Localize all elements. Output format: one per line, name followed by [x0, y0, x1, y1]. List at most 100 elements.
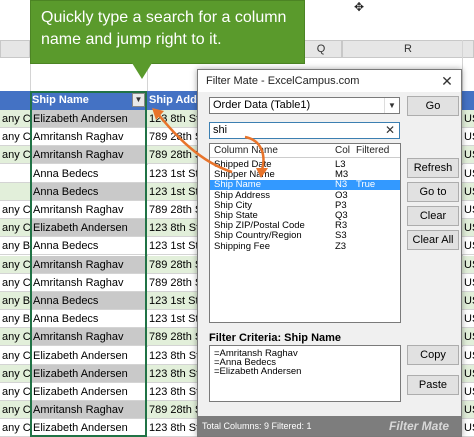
- table-select-value: Order Data (Table1): [213, 99, 311, 111]
- right-edge-cell[interactable]: US: [462, 237, 474, 255]
- ship-address-cell[interactable]: 789 28th St: [147, 146, 197, 164]
- status-text: Total Columns: 9 Filtered: 1: [202, 421, 312, 431]
- column-list-item[interactable]: Ship Country/Region S3: [210, 231, 400, 241]
- company-cell[interactable]: any C: [0, 201, 30, 219]
- company-cell[interactable]: any C: [0, 328, 30, 346]
- column-list[interactable]: Column Name Col Filtered Shipped Date L3 S…: [209, 143, 401, 323]
- refresh-button[interactable]: Refresh: [407, 158, 459, 178]
- right-edge-cell[interactable]: US: [462, 310, 474, 328]
- ship-address-cell[interactable]: 789 28th St: [147, 201, 197, 219]
- dialog-titlebar[interactable]: Filter Mate - ExcelCampus.com ✕: [198, 70, 461, 92]
- criteria-item: =Elizabeth Andersen: [214, 366, 302, 377]
- filter-criteria-box[interactable]: =Amritansh Raghav =Anna Bedecs =Elizabet…: [209, 345, 401, 402]
- right-edge-cell[interactable]: US: [462, 328, 474, 346]
- brand-watermark: Filter Mate: [388, 419, 449, 433]
- callout-text: Quickly type a search for a column name …: [41, 9, 287, 48]
- right-edge-cell[interactable]: US: [462, 201, 474, 219]
- right-edge-cell[interactable]: US: [462, 365, 474, 383]
- column-header-r[interactable]: R: [342, 40, 474, 58]
- dialog-title: Filter Mate - ExcelCampus.com: [206, 75, 360, 87]
- company-cell[interactable]: any B: [0, 292, 30, 310]
- ship-address-header[interactable]: Ship Addre: [147, 91, 197, 110]
- column-name: Ship Country/Region: [214, 230, 302, 242]
- company-cell[interactable]: any C: [0, 419, 30, 437]
- ship-address-cell[interactable]: 123 8th Stre: [147, 219, 197, 237]
- right-edge-cell[interactable]: US: [462, 347, 474, 365]
- copy-button[interactable]: Copy: [407, 345, 459, 365]
- status-bar: Total Columns: 9 Filtered: 1 Filter Mate: [198, 416, 461, 436]
- column-header-blank: [0, 40, 30, 58]
- go-button[interactable]: Go: [407, 96, 459, 116]
- company-cell[interactable]: any B: [0, 310, 30, 328]
- right-edge-cell[interactable]: US: [462, 274, 474, 292]
- column-name: Ship Name: [214, 179, 261, 191]
- company-cell[interactable]: any C: [0, 383, 30, 401]
- company-cell[interactable]: any C: [0, 128, 30, 146]
- list-header-col[interactable]: Col: [335, 144, 350, 158]
- right-edge-cell[interactable]: US: [462, 183, 474, 201]
- ship-address-cell[interactable]: 123 8th Stre: [147, 383, 197, 401]
- paste-button[interactable]: Paste: [407, 375, 459, 395]
- company-cell[interactable]: any C: [0, 365, 30, 383]
- clear-search-icon[interactable]: ✕: [383, 124, 397, 137]
- ship-address-cell[interactable]: 123 8th Stre: [147, 365, 197, 383]
- ship-address-cell[interactable]: 123 8th St: [147, 110, 197, 128]
- company-cell[interactable]: any C: [0, 219, 30, 237]
- company-cell[interactable]: any C: [0, 256, 30, 274]
- callout-tail: [132, 63, 152, 79]
- table-select[interactable]: Order Data (Table1) ▼: [209, 97, 400, 114]
- right-edge-cell[interactable]: US: [462, 165, 474, 183]
- ship-address-cell[interactable]: 789 28th St: [147, 328, 197, 346]
- callout-bubble: Quickly type a search for a column name …: [30, 0, 305, 64]
- go-to-button[interactable]: Go to: [407, 182, 459, 202]
- list-header-filtered[interactable]: Filtered: [356, 144, 389, 158]
- right-edge-cell[interactable]: US: [462, 383, 474, 401]
- right-edge-cell[interactable]: US: [462, 401, 474, 419]
- clear-button[interactable]: Clear: [407, 206, 459, 226]
- ship-address-cell[interactable]: 123 1st Stre: [147, 165, 197, 183]
- ship-address-cell[interactable]: 123 1st Stre: [147, 292, 197, 310]
- ship-address-cell[interactable]: 789 28th St: [147, 256, 197, 274]
- ship-address-cell[interactable]: 789 28th St: [147, 128, 197, 146]
- company-cell[interactable]: any C: [0, 401, 30, 419]
- company-cell[interactable]: [0, 183, 30, 201]
- column-selection-border: [30, 91, 147, 437]
- column-filtered: True: [356, 179, 376, 191]
- company-cell[interactable]: any C: [0, 347, 30, 365]
- right-edge-cell[interactable]: US: [462, 292, 474, 310]
- ship-address-cell[interactable]: 123 1st Stre: [147, 237, 197, 255]
- ship-address-cell[interactable]: 123 8th Stre: [147, 347, 197, 365]
- column-name: Shipping Fee: [214, 240, 270, 252]
- right-edge-cell[interactable]: US: [462, 146, 474, 164]
- column-header-q[interactable]: Q: [300, 40, 342, 58]
- close-icon[interactable]: ✕: [433, 70, 461, 92]
- column-ref: N3: [335, 179, 348, 191]
- right-edge-cell[interactable]: US: [462, 256, 474, 274]
- company-cell[interactable]: any B: [0, 237, 30, 255]
- column-ref: S3: [335, 230, 347, 242]
- column-list-item[interactable]: Ship Name N3 True: [210, 179, 400, 191]
- screen: Q R Ship Name ▼ Ship Addre any CElizabet…: [0, 0, 474, 437]
- clear-all-button[interactable]: Clear All: [407, 230, 459, 250]
- company-cell[interactable]: any C: [0, 146, 30, 164]
- column-list-item[interactable]: Shipping Fee Z3: [210, 240, 400, 252]
- chevron-down-icon[interactable]: ▼: [384, 98, 399, 113]
- company-cell[interactable]: [0, 165, 30, 183]
- search-input-value: shi: [213, 124, 228, 136]
- search-input[interactable]: shi ✕: [209, 122, 400, 139]
- ship-address-cell[interactable]: 789 28th St: [147, 274, 197, 292]
- column-ref: Z3: [335, 240, 347, 252]
- ship-address-cell[interactable]: 789 28th St: [147, 401, 197, 419]
- company-cell[interactable]: any C: [0, 274, 30, 292]
- right-edge-cell[interactable]: US: [462, 128, 474, 146]
- move-cursor-icon: ✥: [354, 0, 365, 14]
- right-edge-cell[interactable]: US: [462, 219, 474, 237]
- ship-address-cell[interactable]: 123 8th Stre: [147, 419, 197, 437]
- right-edge-cell[interactable]: US: [462, 419, 474, 437]
- right-edge-cell[interactable]: US: [462, 110, 474, 128]
- company-cell[interactable]: any C: [0, 110, 30, 128]
- list-header-column-name[interactable]: Column Name: [214, 144, 278, 158]
- filter-mate-dialog: Filter Mate - ExcelCampus.com ✕ Order Da…: [197, 69, 462, 437]
- ship-address-cell[interactable]: 123 1st Stre: [147, 183, 197, 201]
- ship-address-cell[interactable]: 123 1st Stre: [147, 310, 197, 328]
